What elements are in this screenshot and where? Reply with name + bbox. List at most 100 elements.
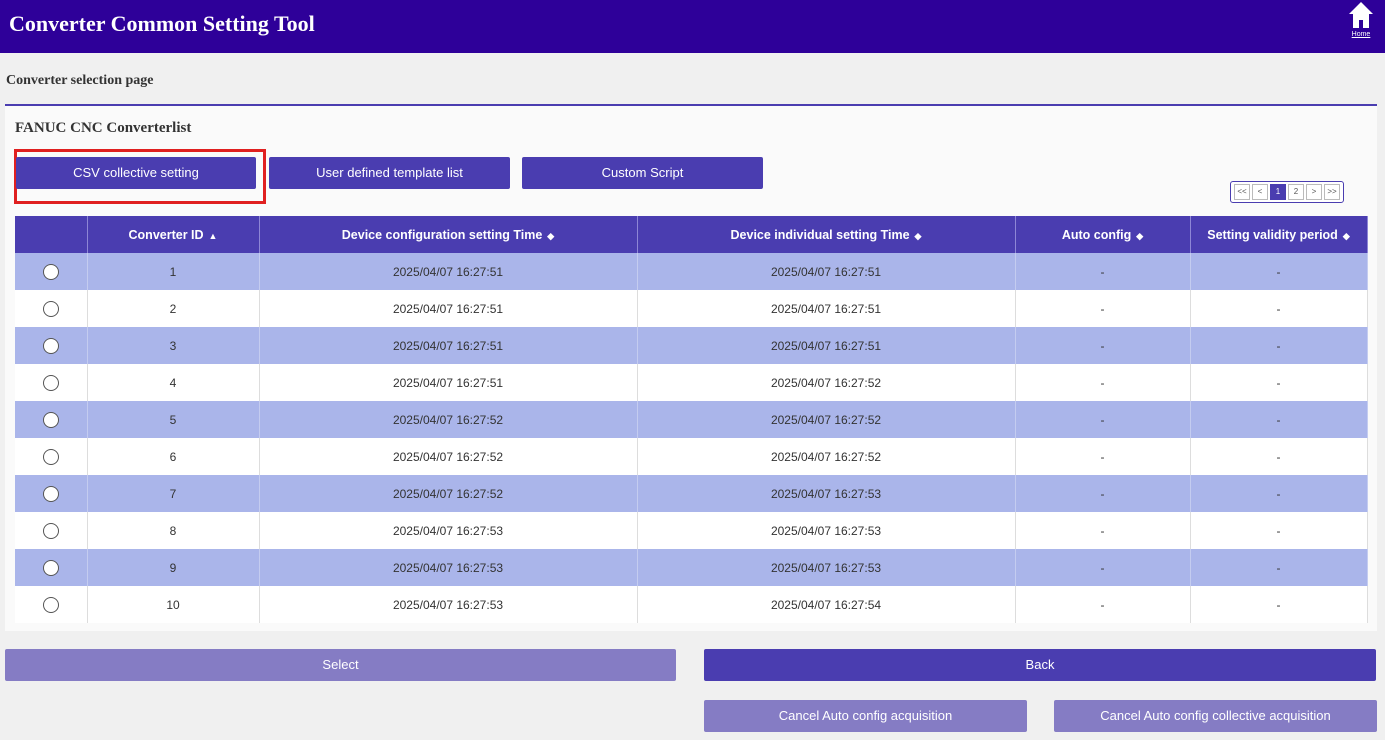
cell-converter-id: 8 [87, 512, 260, 549]
cell-config-time: 2025/04/07 16:27:51 [259, 290, 638, 327]
cell-config-time: 2025/04/07 16:27:53 [259, 512, 638, 549]
sort-icon: ◆ [914, 230, 922, 241]
cell-config-time: 2025/04/07 16:27:52 [259, 475, 638, 512]
cell-auto-config: - [1015, 586, 1191, 623]
table-row[interactable]: 9 2025/04/07 16:27:53 2025/04/07 16:27:5… [15, 549, 1368, 586]
cell-individual-time: 2025/04/07 16:27:51 [637, 290, 1016, 327]
cell-converter-id: 2 [87, 290, 260, 327]
row-radio[interactable] [42, 448, 59, 465]
column-header-validity-period[interactable]: Setting validity period ◆ [1190, 216, 1368, 253]
cell-converter-id: 1 [87, 253, 260, 290]
cell-converter-id: 4 [87, 364, 260, 401]
row-radio[interactable] [42, 522, 59, 539]
home-button[interactable]: Home [1343, 0, 1379, 42]
user-defined-template-list-button[interactable]: User defined template list [269, 157, 510, 189]
pagination-last[interactable]: >> [1324, 184, 1340, 200]
sort-icon: ◆ [1342, 230, 1350, 241]
cell-config-time: 2025/04/07 16:27:53 [259, 549, 638, 586]
page-subtitle: Converter selection page [6, 73, 154, 88]
cell-auto-config: - [1015, 512, 1191, 549]
csv-collective-setting-button[interactable]: CSV collective setting [16, 157, 256, 189]
cell-config-time: 2025/04/07 16:27:51 [259, 364, 638, 401]
cell-validity: - [1190, 364, 1368, 401]
pagination: << < 1 2 > >> [1230, 181, 1344, 203]
sort-icon: ◆ [547, 230, 555, 241]
table-row[interactable]: 1 2025/04/07 16:27:51 2025/04/07 16:27:5… [15, 253, 1368, 290]
table-row[interactable]: 2 2025/04/07 16:27:51 2025/04/07 16:27:5… [15, 290, 1368, 327]
home-label: Home [1351, 31, 1371, 38]
cell-converter-id: 9 [87, 549, 260, 586]
cell-individual-time: 2025/04/07 16:27:52 [637, 401, 1016, 438]
app-title: Converter Common Setting Tool [9, 11, 315, 36]
table-row[interactable]: 7 2025/04/07 16:27:52 2025/04/07 16:27:5… [15, 475, 1368, 512]
converter-table: Converter ID ▲ Device configuration setti… [15, 216, 1368, 623]
cell-auto-config: - [1015, 290, 1191, 327]
cell-converter-id: 7 [87, 475, 260, 512]
cell-validity: - [1190, 401, 1368, 438]
table-row[interactable]: 3 2025/04/07 16:27:51 2025/04/07 16:27:5… [15, 327, 1368, 364]
cell-auto-config: - [1015, 438, 1191, 475]
cell-validity: - [1190, 290, 1368, 327]
cell-individual-time: 2025/04/07 16:27:53 [637, 512, 1016, 549]
cell-auto-config: - [1015, 364, 1191, 401]
table-row[interactable]: 6 2025/04/07 16:27:52 2025/04/07 16:27:5… [15, 438, 1368, 475]
top-bar: Converter Common Setting Tool Home [0, 0, 1385, 53]
cell-converter-id: 5 [87, 401, 260, 438]
select-button[interactable]: Select [5, 649, 676, 681]
cell-validity: - [1190, 253, 1368, 290]
cell-config-time: 2025/04/07 16:27:53 [259, 586, 638, 623]
cell-individual-time: 2025/04/07 16:27:51 [637, 327, 1016, 364]
table-row[interactable]: 4 2025/04/07 16:27:51 2025/04/07 16:27:5… [15, 364, 1368, 401]
pagination-page-2[interactable]: 2 [1288, 184, 1304, 200]
cell-validity: - [1190, 327, 1368, 364]
pagination-prev[interactable]: < [1252, 184, 1268, 200]
row-radio[interactable] [42, 411, 59, 428]
column-header-auto-config[interactable]: Auto config ◆ [1015, 216, 1191, 253]
cell-converter-id: 6 [87, 438, 260, 475]
cell-individual-time: 2025/04/07 16:27:52 [637, 364, 1016, 401]
row-radio[interactable] [42, 596, 59, 613]
cell-auto-config: - [1015, 549, 1191, 586]
table-row[interactable]: 10 2025/04/07 16:27:53 2025/04/07 16:27:… [15, 586, 1368, 623]
cell-individual-time: 2025/04/07 16:27:53 [637, 475, 1016, 512]
cell-auto-config: - [1015, 253, 1191, 290]
row-radio[interactable] [42, 263, 59, 280]
cell-auto-config: - [1015, 401, 1191, 438]
cancel-auto-config-collective-button[interactable]: Cancel Auto config collective acquisitio… [1054, 700, 1377, 732]
cell-individual-time: 2025/04/07 16:27:54 [637, 586, 1016, 623]
cell-auto-config: - [1015, 475, 1191, 512]
cell-validity: - [1190, 438, 1368, 475]
back-button[interactable]: Back [704, 649, 1376, 681]
custom-script-button[interactable]: Custom Script [522, 157, 763, 189]
cell-config-time: 2025/04/07 16:27:51 [259, 253, 638, 290]
home-icon [1349, 2, 1373, 28]
column-header-select [15, 216, 88, 253]
table-row[interactable]: 5 2025/04/07 16:27:52 2025/04/07 16:27:5… [15, 401, 1368, 438]
pagination-page-1[interactable]: 1 [1270, 184, 1286, 200]
table-row[interactable]: 8 2025/04/07 16:27:53 2025/04/07 16:27:5… [15, 512, 1368, 549]
cell-individual-time: 2025/04/07 16:27:51 [637, 253, 1016, 290]
row-radio[interactable] [42, 374, 59, 391]
cancel-auto-config-button[interactable]: Cancel Auto config acquisition [704, 700, 1027, 732]
cell-config-time: 2025/04/07 16:27:52 [259, 438, 638, 475]
cell-validity: - [1190, 512, 1368, 549]
cell-validity: - [1190, 549, 1368, 586]
pagination-first[interactable]: << [1234, 184, 1250, 200]
cell-auto-config: - [1015, 327, 1191, 364]
cell-config-time: 2025/04/07 16:27:51 [259, 327, 638, 364]
cell-converter-id: 10 [87, 586, 260, 623]
cell-validity: - [1190, 475, 1368, 512]
cell-validity: - [1190, 586, 1368, 623]
pagination-next[interactable]: > [1306, 184, 1322, 200]
cell-converter-id: 3 [87, 327, 260, 364]
cell-config-time: 2025/04/07 16:27:52 [259, 401, 638, 438]
sort-icon: ◆ [1136, 230, 1144, 241]
column-header-individual-time[interactable]: Device individual setting Time ◆ [637, 216, 1016, 253]
row-radio[interactable] [42, 300, 59, 317]
row-radio[interactable] [42, 337, 59, 354]
column-header-converter-id[interactable]: Converter ID ▲ [87, 216, 260, 253]
sort-asc-icon: ▲ [208, 230, 218, 241]
row-radio[interactable] [42, 485, 59, 502]
row-radio[interactable] [42, 559, 59, 576]
column-header-config-time[interactable]: Device configuration setting Time ◆ [259, 216, 638, 253]
